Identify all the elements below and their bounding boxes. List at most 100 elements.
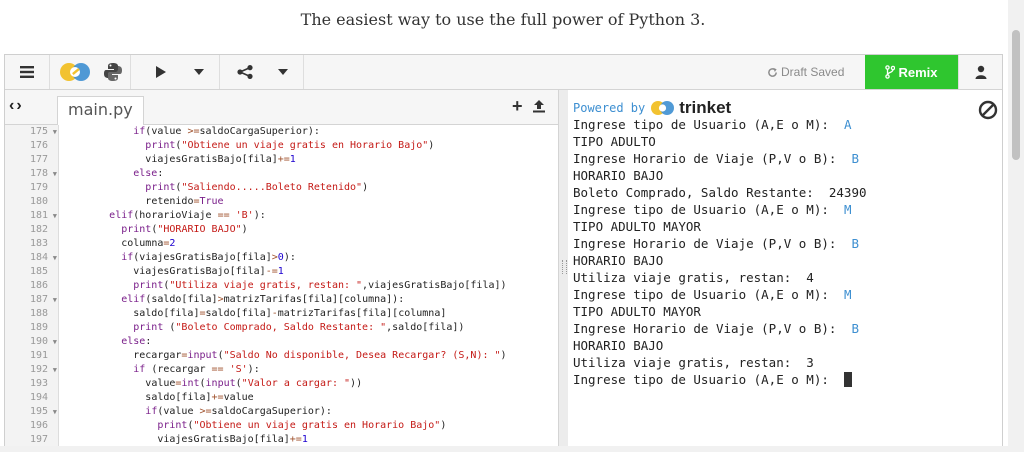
code-token: : [145, 336, 152, 347]
code-token: print [121, 224, 152, 235]
console-line: Ingrese Horario de Viaje (P,V o B): B [573, 235, 867, 252]
console-pane[interactable]: Powered by trinket Ingrese tipo de Usuar… [568, 90, 1002, 446]
trinket-logo-icon [60, 63, 90, 81]
chevron-down-icon [278, 69, 288, 75]
forward-icon[interactable]: › [16, 97, 23, 114]
user-icon [975, 65, 987, 79]
fold-toggle-icon[interactable]: ▼ [53, 209, 57, 223]
console-line: HORARIO BAJO [573, 167, 867, 184]
line-number: 195 ▼ [5, 405, 58, 419]
code-line[interactable]: viajesGratisBajo[fila]-=1 [61, 265, 551, 279]
upload-icon[interactable] [532, 99, 546, 113]
console-text: Ingrese Horario de Viaje (P,V o B): [573, 236, 852, 251]
code-token: (horarioViaje [133, 210, 218, 221]
page-horizontal-scrollbar[interactable] [0, 446, 1008, 452]
line-number: 197 [5, 433, 58, 446]
menu-icon [20, 66, 34, 78]
splitter-grip[interactable] [562, 260, 567, 274]
share-options-dropdown[interactable] [265, 55, 301, 89]
fold-toggle-icon[interactable]: ▼ [53, 363, 57, 377]
line-number-text: 189 [29, 322, 48, 333]
code-line[interactable]: print("Utiliza viaje gratis, restan: ",v… [61, 279, 551, 293]
console-prompt-line[interactable]: Ingrese tipo de Usuario (A,E o M): [573, 371, 867, 388]
code-line[interactable]: saldo[fila]=saldo[fila]-matrizTarifas[fi… [61, 307, 551, 321]
code-line[interactable]: else: [61, 335, 551, 349]
console-line: TIPO ADULTO [573, 133, 867, 150]
code-line[interactable]: columna=2 [61, 237, 551, 251]
clear-console-icon[interactable] [978, 100, 998, 120]
code-token: True [199, 196, 224, 207]
console-line: Utiliza viaje gratis, restan: 3 [573, 354, 867, 371]
line-number-text: 188 [29, 308, 48, 319]
code-line[interactable]: elif(saldo[fila]>matrizTarifas[fila][col… [61, 293, 551, 307]
fold-toggle-icon[interactable]: ▼ [53, 405, 57, 419]
console-line: Boleto Comprado, Saldo Restante: 24390 [573, 184, 867, 201]
console-text: HORARIO BAJO [573, 168, 664, 183]
line-number-text: 181 [29, 210, 48, 221]
code-line[interactable]: viajesGratisBajo[fila]+=1 [61, 153, 551, 167]
fold-toggle-icon[interactable]: ▼ [53, 167, 57, 181]
code-token: ): [247, 364, 260, 375]
code-line[interactable]: print("Obtiene un viaje gratis en Horari… [61, 419, 551, 433]
scrollbar-thumb[interactable] [1012, 30, 1020, 160]
console-user-input: M [843, 287, 852, 302]
code-line[interactable]: print("Saliendo.....Boleto Retenido") [61, 181, 551, 195]
trinket-logo-icon [651, 101, 675, 115]
code-line[interactable]: if(viajesGratisBajo[fila]>0): [61, 251, 551, 265]
share-button[interactable] [225, 55, 265, 89]
cursor-spacer [836, 372, 844, 387]
console-cursor[interactable] [843, 372, 852, 387]
remix-button[interactable]: Remix [865, 55, 958, 89]
code-line[interactable]: print("Obtiene un viaje gratis en Horari… [61, 139, 551, 153]
code-line[interactable]: if(value >=saldoCargaSuperior): [61, 405, 551, 419]
code-token: += [289, 434, 302, 445]
fold-toggle-icon[interactable]: ▼ [53, 335, 57, 349]
code-line[interactable]: retenido=True [61, 195, 551, 209]
code-line[interactable]: if(value >=saldoCargaSuperior): [61, 125, 551, 139]
user-menu-button[interactable] [958, 55, 1003, 89]
line-number-text: 197 [29, 434, 48, 445]
fold-toggle-icon[interactable]: ▼ [53, 293, 57, 307]
console-line: Ingrese tipo de Usuario (A,E o M): M [573, 286, 867, 303]
fold-toggle-icon[interactable]: ▼ [53, 125, 57, 139]
code-token: print [145, 182, 176, 193]
code-token: )) [350, 378, 363, 389]
code-line[interactable]: viajesGratisBajo[fila]+=1 [61, 433, 551, 446]
code-line[interactable]: value=int(input("Valor a cargar: ")) [61, 377, 551, 391]
line-number: 189 [5, 321, 58, 335]
page-vertical-scrollbar[interactable] [1008, 0, 1024, 452]
console-line: HORARIO BAJO [573, 252, 867, 269]
code-line[interactable]: print ("Boleto Comprado, Saldo Restante:… [61, 321, 551, 335]
menu-button[interactable] [5, 55, 49, 89]
remix-label: Remix [898, 64, 938, 80]
language-selector[interactable] [50, 55, 130, 89]
code-token: == [211, 364, 224, 375]
code-token: recargar [133, 350, 182, 361]
run-options-dropdown[interactable] [181, 55, 217, 89]
console-line: Ingrese Horario de Viaje (P,V o B): B [573, 150, 867, 167]
code-token: if [145, 406, 158, 417]
code-line[interactable]: recargar=input("Saldo No disponible, Des… [61, 349, 551, 363]
console-user-input: B [851, 236, 859, 251]
code-line[interactable]: saldo[fila]+=value [61, 391, 551, 405]
code-line[interactable]: print("HORARIO BAJO") [61, 223, 551, 237]
tab-main-py[interactable]: main.py [57, 96, 144, 125]
line-number: 178 ▼ [5, 167, 58, 181]
console-text: TIPO ADULTO [573, 134, 656, 149]
line-number: 175 ▼ [5, 125, 58, 139]
code-line[interactable]: if (recargar == 'S'): [61, 363, 551, 377]
line-number: 193 [5, 377, 58, 391]
code-line[interactable]: elif(horarioViaje == 'B'): [61, 209, 551, 223]
powered-by[interactable]: Powered by trinket [573, 98, 731, 118]
code-editor[interactable]: if(value >=saldoCargaSuperior): print("O… [61, 125, 551, 446]
fold-toggle-icon[interactable]: ▼ [53, 251, 57, 265]
run-button[interactable] [141, 55, 181, 89]
code-token: 1 [277, 266, 284, 277]
code-line[interactable]: else: [61, 167, 551, 181]
add-file-icon[interactable]: + [512, 96, 523, 116]
